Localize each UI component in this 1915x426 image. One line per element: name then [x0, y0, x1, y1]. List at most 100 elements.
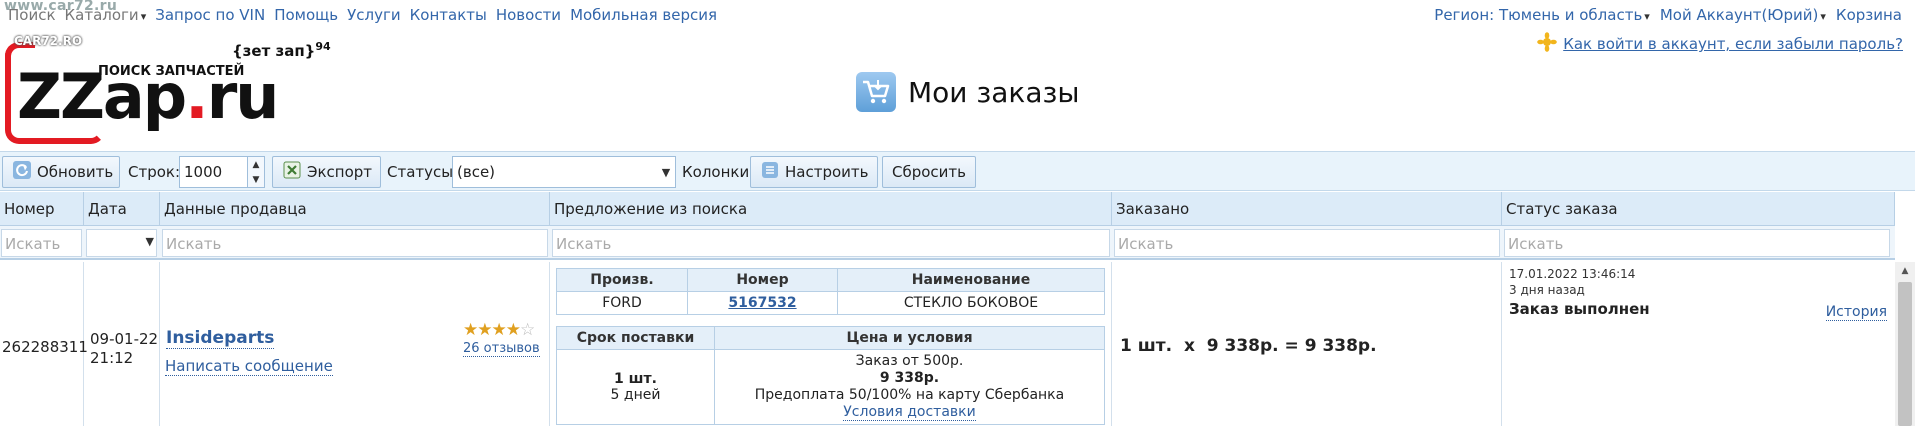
star-icon: ★	[491, 320, 507, 340]
forgot-password-link[interactable]: Как войти в аккаунт, если забыли пароль?	[1563, 35, 1903, 53]
ordered-summary: 1 шт. x 9 338р. = 9 338р.	[1120, 336, 1377, 356]
configure-columns-button[interactable]: Настроить	[750, 156, 878, 188]
cell-date: 09-01-22 21:12	[84, 262, 160, 426]
offer-h-name: Наименование	[837, 268, 1105, 292]
chevron-down-icon[interactable]: ▼	[146, 235, 154, 248]
excel-icon	[283, 161, 301, 183]
cell-offer: Произв. Номер Наименование FORD 5167532 …	[550, 262, 1112, 426]
refresh-label: Обновить	[37, 163, 114, 181]
offer-brand: FORD	[556, 291, 688, 315]
nav-contacts[interactable]: Контакты	[410, 6, 487, 24]
scroll-thumb[interactable]	[1898, 282, 1912, 426]
filter-status-input[interactable]: Искать	[1504, 229, 1890, 257]
status-ago: 3 дня назад	[1509, 283, 1585, 297]
rating-stars: ★★★★☆	[463, 320, 535, 340]
stepper-down-icon[interactable]: ▼	[253, 175, 260, 185]
site-logo[interactable]: ZZap.ru ПОИСК ЗАПЧАСТЕЙ {зет зап}94	[5, 36, 331, 144]
export-label: Экспорт	[307, 163, 373, 181]
filter-offer-input[interactable]: Искать	[552, 229, 1110, 257]
star-empty-icon: ☆	[520, 320, 535, 340]
order-number: 262288311	[2, 338, 88, 356]
seller-name-link[interactable]: Insideparts	[166, 328, 275, 349]
reset-label: Сбросить	[892, 163, 966, 181]
scroll-up-icon[interactable]: ▲	[1895, 262, 1915, 280]
offer-h-price: Цена и условия	[714, 326, 1105, 350]
cell-status: 17.01.2022 13:46:14 3 дня назад Заказ вы…	[1502, 262, 1895, 426]
reset-button[interactable]: Сбросить	[882, 156, 976, 188]
user-menu: Регион: Тюмень и область Мой Аккаунт(Юри…	[1434, 6, 1902, 24]
cart-link[interactable]: Корзина	[1836, 6, 1902, 24]
cell-ordered: 1 шт. x 9 338р. = 9 338р.	[1112, 262, 1502, 426]
refresh-button[interactable]: Обновить	[2, 156, 120, 188]
configure-label: Настроить	[785, 163, 869, 181]
offer-price-table: Срок поставки Цена и условия 1 шт. 5 дне…	[556, 326, 1105, 425]
filter-ordered-input[interactable]: Искать	[1114, 229, 1500, 257]
filter-date-select[interactable]: ▼	[86, 229, 157, 257]
col-header-offer[interactable]: Предложение из поиска	[550, 192, 1112, 226]
nav-mobile-version[interactable]: Мобильная версия	[570, 6, 717, 24]
star-icon: ★	[477, 320, 492, 340]
account-menu[interactable]: Мой Аккаунт(Юрий)	[1660, 6, 1826, 24]
nav-catalogs[interactable]: Каталоги	[65, 6, 147, 24]
statuses-select[interactable]: (все)	[452, 156, 676, 188]
grid-scrollbar[interactable]: ▲	[1895, 262, 1915, 426]
rows-input[interactable]: 1000	[179, 156, 249, 188]
nav-vin-request[interactable]: Запрос по VIN	[155, 6, 265, 24]
offer-part-number[interactable]: 5167532	[687, 291, 838, 315]
star-icon: ★	[463, 320, 478, 340]
offer-min-order: Заказ от 500р.	[855, 353, 964, 369]
main-menu: Поиск Каталоги Запрос по VIN Помощь Услу…	[8, 6, 717, 24]
filter-seller-input[interactable]: Искать	[162, 229, 548, 257]
rows-stepper[interactable]: ▲ ▼	[247, 156, 265, 188]
export-button[interactable]: Экспорт	[272, 156, 381, 188]
part-number-link[interactable]: 5167532	[728, 295, 796, 311]
offer-price-terms: Заказ от 500р. 9 338р. Предоплата 50/100…	[714, 349, 1105, 425]
offer-h-delivery: Срок поставки	[556, 326, 715, 350]
columns-label: Колонки:	[682, 163, 755, 181]
offer-delivery: 1 шт. 5 дней	[556, 349, 715, 425]
page-title: Мои заказы	[908, 75, 1080, 109]
order-date-day: 09-01-22	[90, 330, 159, 348]
nav-news[interactable]: Новости	[496, 6, 561, 24]
chevron-down-icon[interactable]: ▼	[657, 156, 675, 188]
offer-price: 9 338р.	[879, 370, 940, 386]
history-link[interactable]: История	[1825, 304, 1887, 321]
nav-services[interactable]: Услуги	[347, 6, 400, 24]
offer-h-brand: Произв.	[556, 268, 688, 292]
col-header-status[interactable]: Статус заказа	[1502, 192, 1895, 226]
list-icon	[761, 161, 779, 183]
filter-number-input[interactable]: Искать	[1, 229, 82, 257]
col-header-seller[interactable]: Данные продавца	[160, 192, 550, 226]
grid-header-row: Номер Дата Данные продавца Предложение и…	[0, 192, 1895, 226]
offer-h-number: Номер	[687, 268, 838, 292]
logo-tagline: ПОИСК ЗАПЧАСТЕЙ	[98, 64, 245, 79]
cart-icon	[856, 72, 896, 112]
status-badge: Заказ выполнен	[1509, 300, 1650, 318]
cell-number: 262288311	[0, 262, 88, 426]
delivery-terms-link[interactable]: Условия доставки	[843, 404, 976, 421]
order-date: 09-01-22 21:12	[90, 330, 158, 368]
help-star-icon	[1537, 32, 1558, 56]
logo-zet: {зет зап}94	[232, 40, 331, 60]
offer-prepay: Предоплата 50/100% на карту Сбербанка	[754, 387, 1065, 403]
top-nav: Поиск Каталоги Запрос по VIN Помощь Услу…	[0, 0, 1915, 30]
nav-search[interactable]: Поиск	[8, 6, 56, 24]
col-header-ordered[interactable]: Заказано	[1112, 192, 1502, 226]
col-header-number[interactable]: Номер	[0, 192, 84, 226]
reviews-link[interactable]: 26 отзывов	[463, 341, 540, 357]
toolbar: Обновить Строк: 1000 ▲ ▼ Экспорт Статусы…	[0, 151, 1915, 191]
region-selector[interactable]: Регион: Тюмень и область	[1434, 6, 1650, 24]
stepper-up-icon[interactable]: ▲	[253, 160, 260, 170]
col-header-date[interactable]: Дата	[84, 192, 160, 226]
table-row[interactable]: 262288311 09-01-22 21:12 Insideparts Нап…	[0, 262, 1895, 426]
cell-seller: Insideparts Написать сообщение ★★★★☆ 26 …	[160, 262, 550, 426]
watermark-logo: CAR72.RO	[14, 34, 83, 48]
offer-qty: 1 шт.	[614, 371, 657, 387]
offer-part-name: СТЕКЛО БОКОВОЕ	[837, 291, 1105, 315]
page-header: Мои заказы	[856, 72, 1080, 112]
write-message-link[interactable]: Написать сообщение	[165, 357, 333, 376]
order-date-time: 21:12	[90, 349, 134, 367]
nav-help[interactable]: Помощь	[274, 6, 338, 24]
rows-label: Строк:	[128, 163, 181, 181]
forgot-password-help[interactable]: Как войти в аккаунт, если забыли пароль?	[1537, 32, 1903, 56]
